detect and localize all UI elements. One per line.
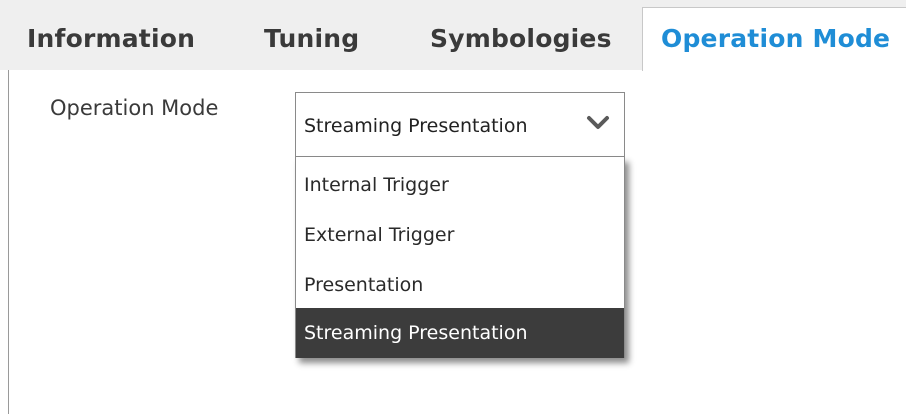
option-internal-trigger[interactable]: Internal Trigger — [296, 160, 624, 210]
option-external-trigger[interactable]: External Trigger — [296, 210, 624, 260]
operation-mode-label: Operation Mode — [50, 96, 219, 120]
tab-operation-mode-label: Operation Mode — [661, 24, 891, 53]
tab-tuning[interactable]: Tuning — [264, 24, 359, 53]
chevron-down-icon — [587, 116, 609, 129]
tab-operation-mode[interactable]: Operation Mode — [642, 7, 906, 71]
option-presentation[interactable]: Presentation — [296, 260, 624, 310]
operation-mode-dropdown-list: Internal Trigger External Trigger Presen… — [295, 157, 625, 358]
option-streaming-presentation[interactable]: Streaming Presentation — [296, 308, 624, 358]
operation-mode-page: Information Tuning Symbologies Operation… — [0, 0, 906, 414]
tab-symbologies[interactable]: Symbologies — [430, 24, 612, 53]
panel-left-border — [8, 70, 9, 414]
select-current-value: Streaming Presentation — [304, 115, 528, 137]
tab-information[interactable]: Information — [27, 24, 195, 53]
tab-bar: Information Tuning Symbologies Operation… — [0, 0, 906, 71]
operation-mode-select[interactable]: Streaming Presentation — [295, 92, 625, 157]
